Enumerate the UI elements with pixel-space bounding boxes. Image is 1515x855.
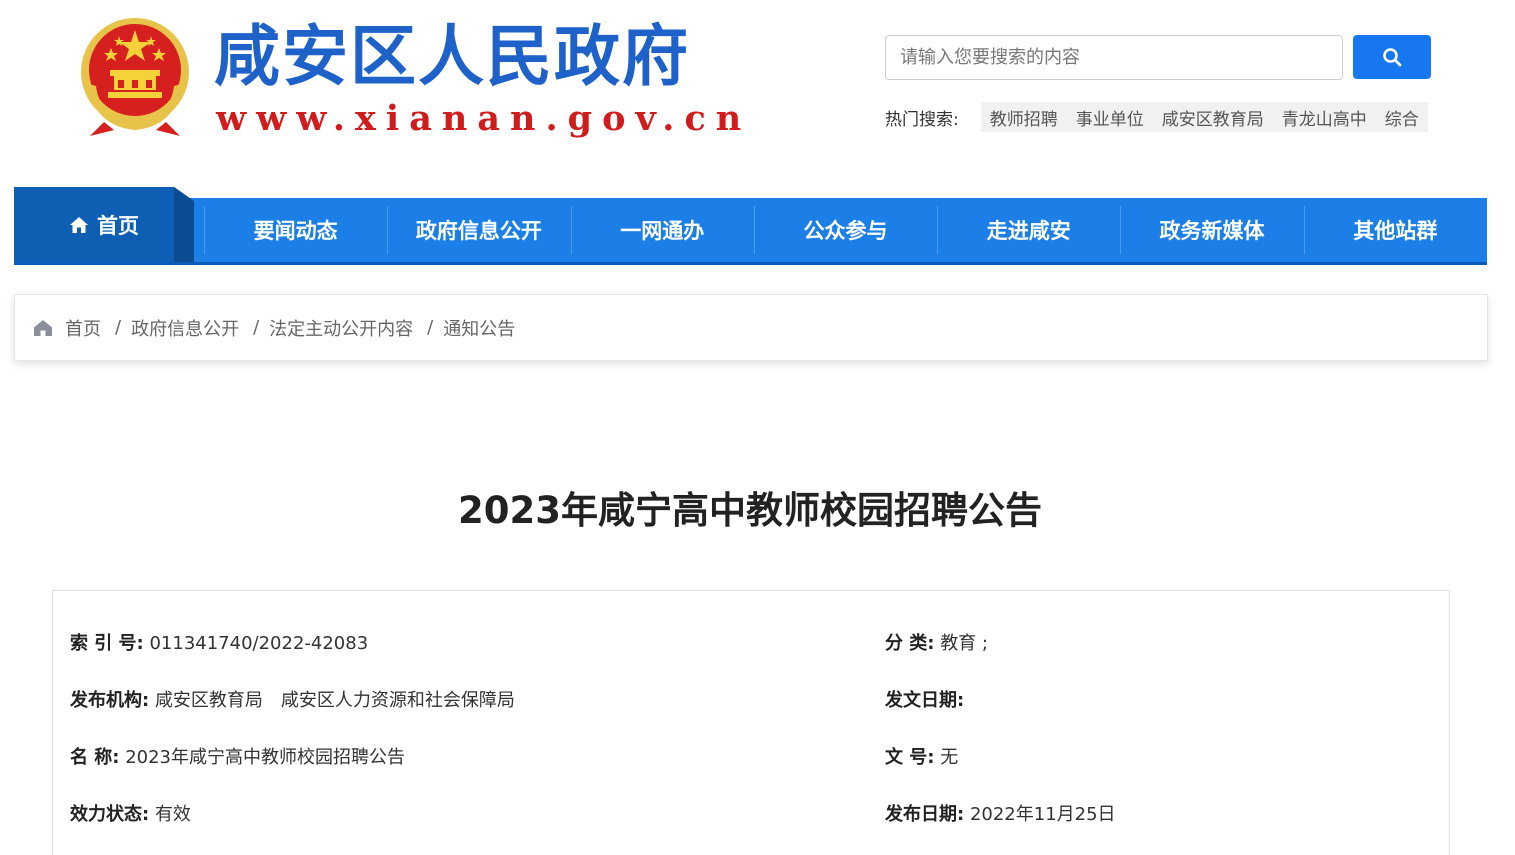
meta-key: 索 引 号: <box>70 633 144 654</box>
hot-search-tag[interactable]: 青龙山高中 <box>1272 102 1376 132</box>
breadcrumb-separator: / <box>115 317 122 338</box>
meta-table: 索 引 号: 011341740/2022-42083 分 类: 教育 ; 发布… <box>52 590 1450 855</box>
meta-value: 教育 ; <box>940 633 988 654</box>
search-input[interactable] <box>885 35 1343 80</box>
meta-value: 2023年咸宁高中教师校园招聘公告 <box>125 747 406 768</box>
meta-value: 011341740/2022-42083 <box>149 633 369 654</box>
meta-value: 咸安区教育局 咸安区人力资源和社会保障局 <box>154 690 515 711</box>
main-nav: 首页 要闻动态 政府信息公开 一网通办 公众参与 走进咸安 政务新媒体 其他站群 <box>14 187 1487 265</box>
breadcrumb-separator: / <box>427 317 434 338</box>
meta-publish-date: 发布日期: 2022年11月25日 <box>885 800 1116 826</box>
hot-search-label: 热门搜索: <box>885 109 959 130</box>
breadcrumb-gov-info[interactable]: 政府信息公开 <box>131 315 239 341</box>
meta-status: 效力状态: 有效 <box>70 800 191 826</box>
meta-doc-number: 文 号: 无 <box>885 743 958 769</box>
meta-key: 名 称: <box>70 747 120 768</box>
nav-item-services[interactable]: 一网通办 <box>570 198 754 262</box>
nav-item-other-sites[interactable]: 其他站群 <box>1303 198 1487 262</box>
home-icon <box>70 216 88 233</box>
meta-key: 发文日期: <box>885 690 965 711</box>
hot-search-tag[interactable]: 教师招聘 <box>980 102 1067 132</box>
nav-item-participation[interactable]: 公众参与 <box>753 198 937 262</box>
meta-issue-date: 发文日期: <box>885 686 964 712</box>
national-emblem-icon[interactable] <box>74 14 196 138</box>
meta-name: 名 称: 2023年咸宁高中教师校园招聘公告 <box>70 743 405 769</box>
site-url[interactable]: www.xianan.gov.cn <box>216 98 751 140</box>
hot-search-tag[interactable]: 综合 <box>1375 102 1428 132</box>
hot-search: 热门搜索: 教师招聘 事业单位 咸安区教育局 青龙山高中 综合 <box>885 102 1433 132</box>
site-title[interactable]: 咸安区人民政府 <box>214 16 690 96</box>
meta-value: 有效 <box>154 804 191 825</box>
meta-key: 发布机构: <box>70 690 150 711</box>
nav-item-new-media[interactable]: 政务新媒体 <box>1120 198 1303 262</box>
breadcrumb-notices[interactable]: 通知公告 <box>443 315 515 341</box>
meta-key: 发布日期: <box>885 804 965 825</box>
hot-search-tag[interactable]: 咸安区教育局 <box>1152 102 1273 132</box>
breadcrumb-home[interactable]: 首页 <box>65 315 101 341</box>
meta-index: 索 引 号: 011341740/2022-42083 <box>70 629 368 655</box>
meta-value: 无 <box>940 747 959 768</box>
search-button[interactable] <box>1353 35 1431 79</box>
nav-item-gov-info[interactable]: 政府信息公开 <box>387 198 570 262</box>
house-icon <box>33 319 53 337</box>
article-title: 2023年咸宁高中教师校园招聘公告 <box>458 489 1042 532</box>
nav-home-label: 首页 <box>97 213 139 238</box>
meta-category: 分 类: 教育 ; <box>885 629 988 655</box>
nav-item-about[interactable]: 走进咸安 <box>937 198 1120 262</box>
breadcrumb-statutory[interactable]: 法定主动公开内容 <box>269 315 413 341</box>
nav-home-fold <box>174 187 194 262</box>
hot-search-tag[interactable]: 事业单位 <box>1066 102 1153 132</box>
site-header: 咸安区人民政府 www.xianan.gov.cn 热门搜索: 教师招聘 事业单… <box>0 0 1515 185</box>
meta-org: 发布机构: 咸安区教育局 咸安区人力资源和社会保障局 <box>70 686 515 712</box>
breadcrumb: 首页 / 政府信息公开 / 法定主动公开内容 / 通知公告 <box>14 294 1488 361</box>
nav-item-home[interactable]: 首页 <box>14 187 194 262</box>
meta-key: 文 号: <box>885 747 935 768</box>
search-icon <box>1383 48 1402 67</box>
meta-value: 2022年11月25日 <box>969 804 1116 825</box>
meta-key: 效力状态: <box>70 804 150 825</box>
nav-item-news[interactable]: 要闻动态 <box>204 198 387 262</box>
breadcrumb-separator: / <box>253 317 260 338</box>
meta-key: 分 类: <box>885 633 935 654</box>
nav-items: 要闻动态 政府信息公开 一网通办 公众参与 走进咸安 政务新媒体 其他站群 <box>204 198 1487 262</box>
